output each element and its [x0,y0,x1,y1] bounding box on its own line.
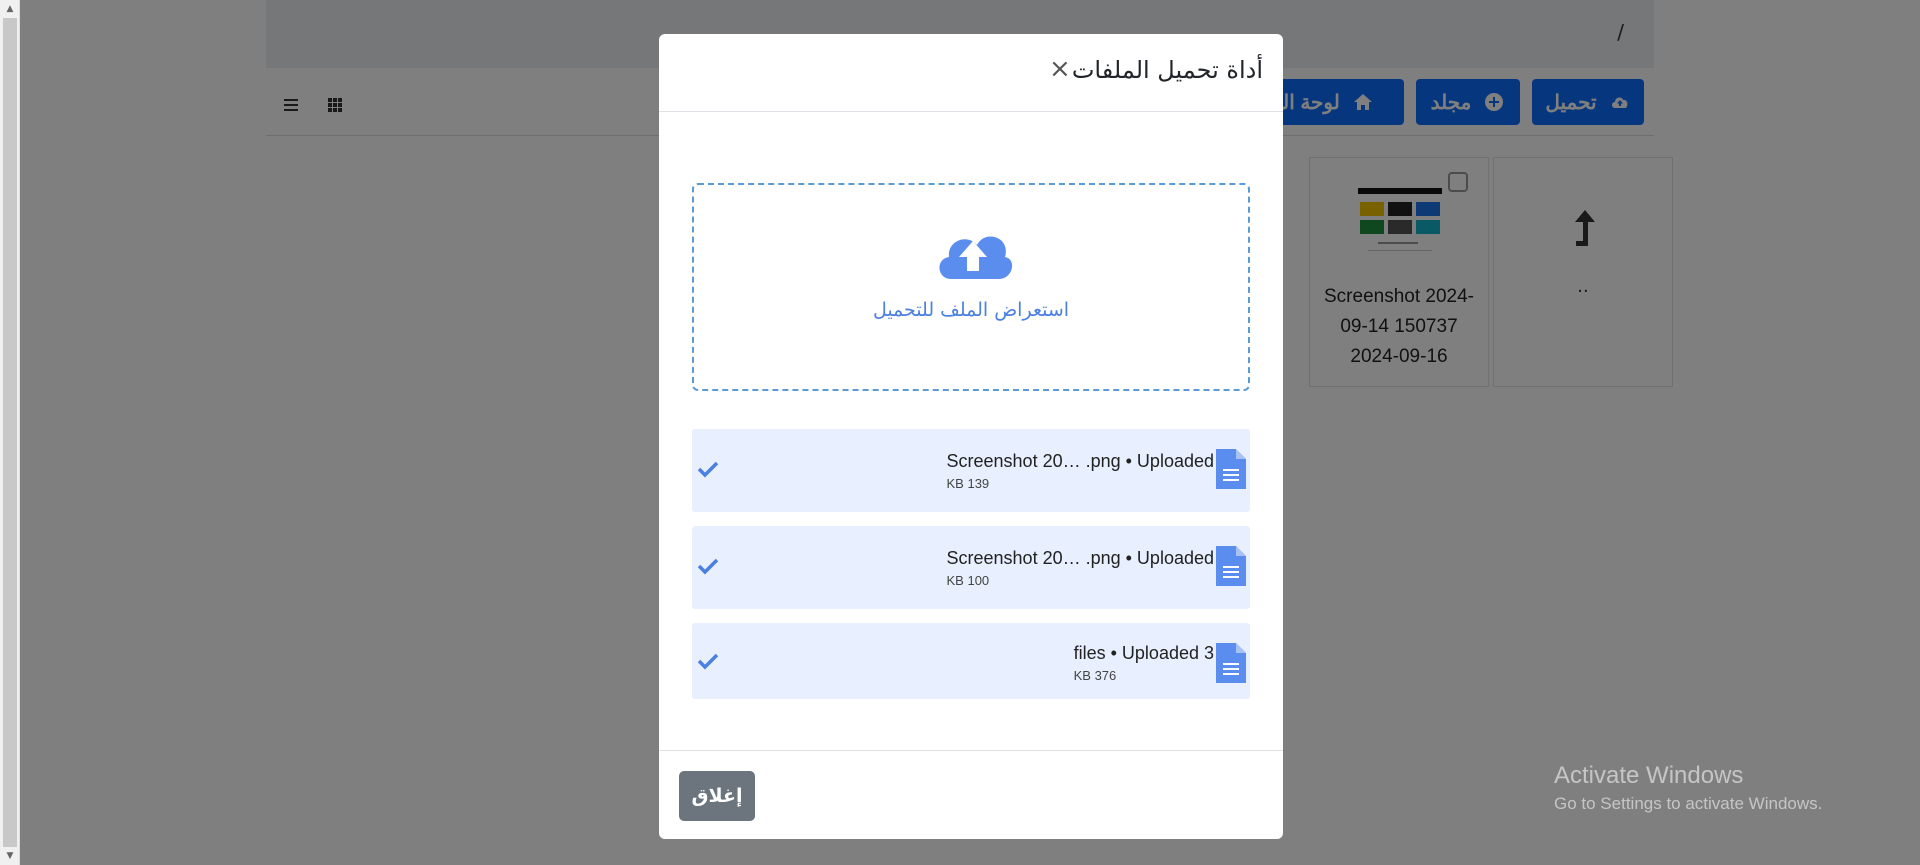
uploaded-file-row: Screenshot 20… .png • Uploaded KB 100 [692,526,1250,609]
check-icon [696,554,720,578]
scroll-up-icon[interactable]: ▲ [4,3,16,15]
modal-footer: إغلاق [659,750,1283,839]
check-icon [696,649,720,673]
close-icon[interactable]: × [1049,54,1071,84]
file-size: KB 100 [946,573,990,588]
file-size: KB 139 [946,476,990,491]
file-meta: Screenshot 20… .png • Uploaded KB 139 [947,451,1214,491]
document-icon [1216,449,1246,489]
upload-modal: أداة تحميل الملفات × استعراض الملف للتحم… [659,34,1283,839]
scroll-down-icon[interactable]: ▼ [4,850,16,862]
document-icon [1216,546,1246,586]
upload-summary-row: files • Uploaded 3 KB 376 [692,623,1250,699]
modal-title: أداة تحميل الملفات [1071,56,1263,84]
cloud-upload-icon [933,223,1013,283]
document-icon [1216,643,1246,683]
file-status: Screenshot 20… .png • Uploaded [946,451,1214,471]
watermark-subtitle: Go to Settings to activate Windows. [1554,794,1823,813]
browse-files-label[interactable]: استعراض الملف للتحميل [694,299,1248,321]
upload-dropzone[interactable]: استعراض الملف للتحميل [692,183,1250,391]
modal-header: أداة تحميل الملفات × [659,34,1283,112]
uploaded-file-row: Screenshot 20… .png • Uploaded KB 139 [692,429,1250,512]
page-scrollbar[interactable]: ▲ ▼ [0,0,20,865]
check-icon [696,457,720,481]
file-status: Screenshot 20… .png • Uploaded [946,548,1214,568]
file-meta: files • Uploaded 3 KB 376 [1074,643,1214,683]
file-meta: Screenshot 20… .png • Uploaded KB 100 [947,548,1214,588]
watermark-title: Activate Windows [1554,762,1744,789]
close-button[interactable]: إغلاق [679,771,755,821]
file-status: files • Uploaded 3 [1073,643,1214,663]
scrollbar-thumb[interactable] [3,18,17,847]
file-size: KB 376 [1073,668,1117,683]
windows-activation-watermark: Activate Windows Go to Settings to activ… [1554,762,1822,814]
